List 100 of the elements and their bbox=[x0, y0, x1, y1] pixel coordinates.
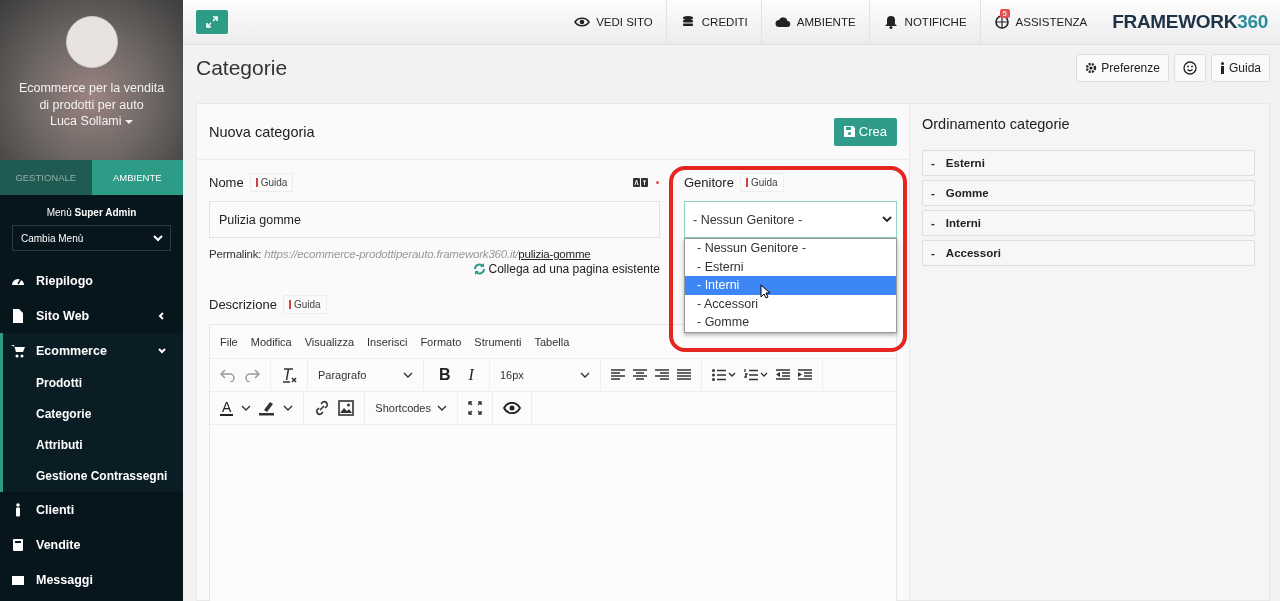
block-format-select[interactable]: Paragrafo bbox=[318, 369, 413, 381]
name-input[interactable]: Pulizia gomme bbox=[209, 201, 660, 238]
editor-menu-item[interactable]: Inserisci bbox=[367, 335, 408, 348]
align-left-icon[interactable] bbox=[610, 369, 625, 381]
topbar-link[interactable]: NOTIFICHE bbox=[868, 0, 980, 44]
sidebar-item[interactable]: Riepilogo bbox=[0, 263, 183, 298]
sidebar-subitem[interactable]: Gestione Contrassegni bbox=[0, 461, 183, 492]
editor-menu-item[interactable]: Strumenti bbox=[474, 335, 522, 348]
sidebar-subitem[interactable]: Prodotti bbox=[0, 368, 183, 399]
field-label: Genitore bbox=[684, 174, 734, 190]
chevron-down-icon bbox=[882, 216, 892, 223]
align-center-icon[interactable] bbox=[632, 369, 647, 381]
clear-formatting-icon[interactable] bbox=[281, 367, 297, 383]
align-right-icon[interactable] bbox=[654, 369, 669, 381]
shortcodes-select[interactable]: Shortcodes bbox=[375, 402, 448, 414]
fullscreen-icon[interactable] bbox=[468, 401, 483, 415]
chevron-down-icon bbox=[437, 405, 448, 411]
permalink-text: Permalink: https://ecommerce-prodottiperauto.framework360.it/pulizia-gomme bbox=[209, 248, 592, 260]
link-existing-page-link[interactable]: Collega ad una pagina esistente bbox=[472, 262, 660, 276]
notification-badge: 5 bbox=[999, 9, 1011, 18]
sidebar-tab[interactable]: GESTIONALE bbox=[0, 160, 92, 195]
sidebar-item[interactable]: Messaggi bbox=[0, 562, 183, 597]
font-size-select[interactable]: 16px bbox=[499, 369, 590, 381]
dropdown-option[interactable]: - Nessun Genitore - bbox=[685, 239, 896, 258]
menu-role-label: Menù Super Admin bbox=[45, 207, 138, 218]
eye-icon bbox=[574, 15, 591, 29]
expand-icon bbox=[206, 16, 218, 28]
bullet-list-icon[interactable] bbox=[711, 369, 736, 381]
help-button[interactable]: Guida bbox=[249, 172, 294, 192]
site-name: Ecommerce per la vendita di prodotti per auto bbox=[17, 80, 166, 113]
user-menu[interactable]: Luca Sollami bbox=[49, 113, 133, 129]
topbar-link[interactable]: VEDI SITO bbox=[561, 0, 666, 44]
expand-button[interactable] bbox=[196, 10, 228, 34]
panel-title: Ordinamento categorie bbox=[922, 116, 1071, 132]
menu-select[interactable]: Cambia Menù bbox=[12, 225, 171, 251]
caret-icon[interactable] bbox=[241, 405, 252, 411]
field-label: Nome bbox=[209, 174, 244, 190]
category-item[interactable]: - Gomme bbox=[922, 180, 1255, 206]
field-label: Descrizione bbox=[209, 296, 277, 312]
topbar-link[interactable]: AMBIENTE bbox=[760, 0, 869, 44]
dropdown-option[interactable]: - Interni bbox=[685, 276, 896, 295]
italic-button[interactable]: I bbox=[463, 366, 479, 384]
refresh-icon bbox=[472, 263, 486, 275]
dropdown-option[interactable]: - Esterni bbox=[685, 257, 896, 276]
editor-menu-item[interactable]: Visualizza bbox=[304, 335, 355, 348]
chevron-down-icon bbox=[158, 346, 166, 355]
editor-menu-item[interactable]: Modifica bbox=[250, 335, 292, 348]
translate-icon bbox=[633, 177, 649, 187]
redo-icon[interactable] bbox=[244, 368, 260, 382]
sidebar-item[interactable]: Clienti bbox=[0, 492, 183, 527]
smiley-icon bbox=[1182, 60, 1197, 75]
dropdown-option[interactable]: - Gomme bbox=[685, 313, 896, 332]
undo-icon[interactable] bbox=[220, 368, 236, 382]
help-button[interactable]: Guida bbox=[282, 294, 327, 314]
chevron-down-icon bbox=[403, 372, 413, 378]
topbar-link[interactable]: CREDITI bbox=[665, 0, 761, 44]
form-title: Nuova categoria bbox=[209, 123, 315, 140]
preferences-button[interactable]: Preferenze bbox=[1076, 53, 1169, 82]
numbered-list-icon[interactable] bbox=[743, 369, 768, 381]
indent-icon[interactable] bbox=[797, 369, 812, 381]
editor-menu-item[interactable]: Formato bbox=[420, 335, 462, 348]
mouse-cursor-icon bbox=[760, 284, 771, 299]
sidebar-subitem[interactable]: Attributi bbox=[0, 430, 183, 461]
sidebar-subitem[interactable]: Categorie bbox=[0, 399, 183, 430]
editor-menu-item[interactable]: File bbox=[220, 335, 238, 348]
cart-icon bbox=[11, 343, 25, 358]
parent-select[interactable]: - Nessun Genitore - bbox=[684, 201, 897, 238]
image-icon[interactable] bbox=[338, 400, 355, 416]
help-button[interactable]: Guida bbox=[739, 172, 784, 192]
logo: FRAMEWORK360 bbox=[1112, 11, 1268, 33]
chevron-left-icon bbox=[158, 311, 166, 320]
cloud-icon bbox=[774, 15, 791, 29]
outdent-icon[interactable] bbox=[775, 369, 790, 381]
editor-menu-item[interactable]: Tabella bbox=[534, 335, 570, 348]
settings-icon bbox=[1085, 61, 1098, 74]
category-item[interactable]: - Accessori bbox=[922, 240, 1255, 266]
info-icon bbox=[1219, 61, 1225, 74]
save-icon bbox=[843, 126, 855, 137]
category-item[interactable]: - Esterni bbox=[922, 150, 1255, 176]
guide-button[interactable]: Guida bbox=[1210, 53, 1270, 82]
category-item[interactable]: - Interni bbox=[922, 210, 1255, 236]
highlighter-icon[interactable] bbox=[259, 400, 276, 416]
bold-button[interactable]: B bbox=[434, 366, 456, 384]
align-justify-icon[interactable] bbox=[676, 369, 691, 381]
sidebar-item[interactable]: Ecommerce bbox=[0, 333, 183, 368]
topbar-link[interactable]: 5 ASSISTENZA bbox=[979, 0, 1101, 44]
text-color-button[interactable]: A bbox=[220, 400, 234, 416]
caret-icon[interactable] bbox=[283, 405, 294, 411]
globe-icon bbox=[993, 15, 1010, 29]
sidebar-item[interactable]: Sito Web bbox=[0, 298, 183, 333]
emoji-button[interactable] bbox=[1173, 53, 1206, 82]
sidebar-item[interactable]: Vendite bbox=[0, 527, 183, 562]
dropdown-option[interactable]: - Accessori bbox=[685, 294, 896, 313]
chevron-down-icon bbox=[579, 372, 590, 378]
required-icon bbox=[655, 179, 660, 185]
avatar bbox=[65, 16, 118, 68]
eye-icon[interactable] bbox=[503, 402, 522, 414]
link-icon[interactable] bbox=[314, 400, 331, 416]
page-title: Categorie bbox=[196, 55, 288, 80]
file-icon bbox=[11, 308, 25, 323]
